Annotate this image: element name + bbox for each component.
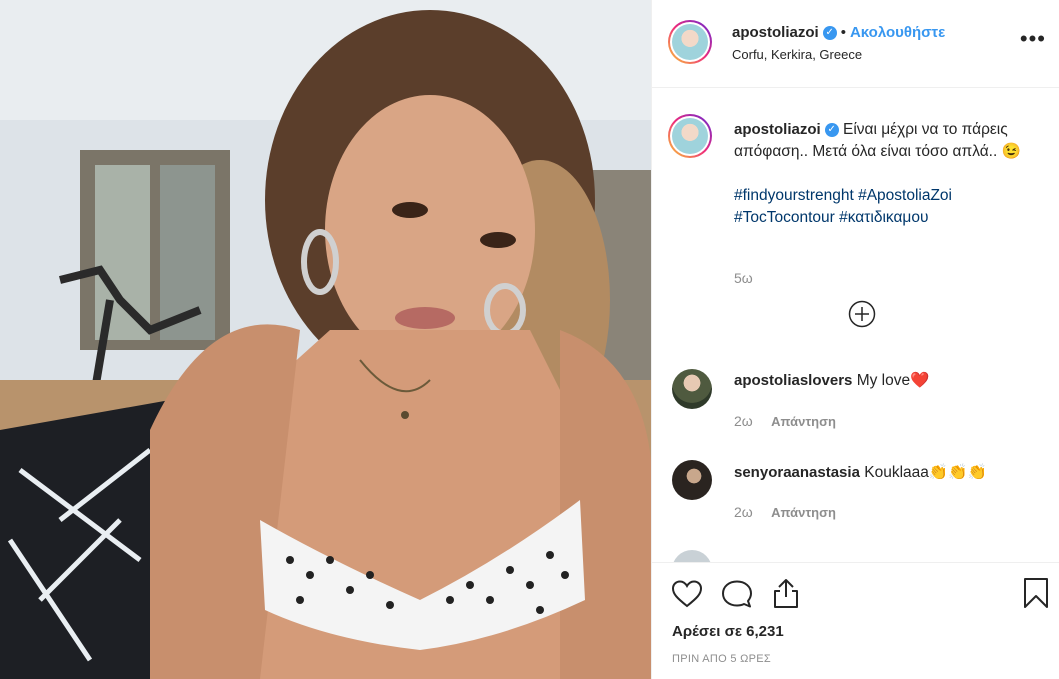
comment-2-meta: 2ω Απάντηση	[734, 504, 836, 522]
heart-icon[interactable]	[671, 579, 703, 614]
bookmark-icon[interactable]	[1023, 577, 1049, 614]
caption-time[interactable]: 5ω	[734, 270, 753, 286]
heart-emoji-icon: ❤️	[910, 372, 930, 389]
header-title-row: apostoliazoi ✓ • Ακολουθήστε	[732, 24, 945, 42]
post-timestamp[interactable]: ΠΡΙΝ ΑΠΟ 5 ΩΡΕΣ	[672, 653, 771, 665]
caption-avatar[interactable]	[668, 114, 712, 158]
post-photo[interactable]	[0, 0, 651, 679]
post-footer: Αρέσει σε 6,231 ΠΡΙΝ ΑΠΟ 5 ΩΡΕΣ	[652, 562, 1059, 679]
post-side-panel: apostoliazoi ✓ • Ακολουθήστε Corfu, Kerkira…	[651, 0, 1059, 679]
caption-avatar-image	[672, 118, 708, 154]
author-avatar[interactable]	[668, 20, 712, 64]
reply-button[interactable]: Απάντηση	[771, 414, 836, 429]
comment-text: Kouklaaa	[864, 464, 929, 481]
comments-section[interactable]: apostoliazoi ✓ Είναι μέχρι να το πάρεις α…	[652, 88, 1059, 562]
share-icon[interactable]	[771, 577, 801, 614]
commenter-avatar[interactable]	[672, 460, 712, 500]
caption-username[interactable]: apostoliazoi	[734, 121, 821, 138]
plus-circle-icon[interactable]	[848, 300, 876, 333]
likes-count[interactable]: Αρέσει σε 6,231	[672, 623, 784, 640]
reply-button[interactable]: Απάντηση	[771, 505, 836, 520]
verified-badge-icon: ✓	[822, 25, 837, 40]
comment-1: apostoliaslovers My love❤️	[734, 371, 929, 390]
follow-button[interactable]: Ακολουθήστε	[850, 24, 945, 41]
comment-time[interactable]: 2ω	[734, 504, 753, 520]
comment-username[interactable]: apostoliaslovers	[734, 372, 852, 389]
wink-emoji-icon: 😉	[1001, 143, 1021, 160]
commenter-avatar[interactable]	[672, 550, 712, 562]
more-options-icon[interactable]: •••	[1020, 28, 1046, 50]
caption: apostoliazoi ✓ Είναι μέχρι να το πάρεις α…	[734, 119, 1034, 229]
commenter-avatar[interactable]	[672, 369, 712, 409]
verified-badge-icon: ✓	[824, 122, 839, 137]
clap-emoji-icon: 👏👏👏	[928, 464, 987, 481]
comment-username[interactable]: senyoraanastasia	[734, 464, 860, 481]
author-username[interactable]: apostoliazoi	[732, 24, 819, 41]
comment-text: My love	[856, 372, 911, 389]
hashtags-line-2[interactable]: #TocTocontour #κατιδικαμου	[734, 207, 1034, 229]
post-location[interactable]: Corfu, Kerkira, Greece	[732, 47, 862, 62]
hashtags-line-1[interactable]: #findyourstrenght #ApostoliaZoi	[734, 185, 1034, 207]
comment-time[interactable]: 2ω	[734, 413, 753, 429]
comment-2: senyoraanastasia Kouklaaa👏👏👏	[734, 463, 987, 482]
post-photo-illustration	[0, 0, 651, 679]
author-avatar-image	[672, 24, 708, 60]
comment-1-meta: 2ω Απάντηση	[734, 413, 836, 431]
post-header: apostoliazoi ✓ • Ακολουθήστε Corfu, Kerkira…	[652, 0, 1059, 88]
comment-icon[interactable]	[721, 579, 753, 614]
separator-dot: •	[840, 24, 846, 41]
